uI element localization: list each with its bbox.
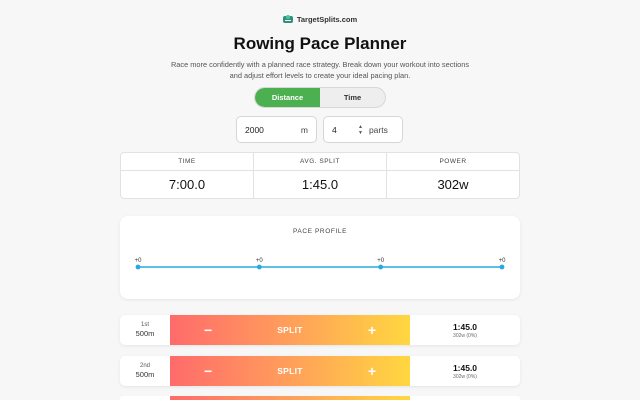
parts-value[interactable]: 4 [332, 125, 358, 135]
segment-row: 1st 500m − SPLIT + 1:45.0 302w (0%) [120, 315, 520, 345]
segment-split-bar [170, 396, 410, 400]
stat-value: 7:00.0 [168, 177, 206, 192]
page-subtitle: Race more confidently with a planned rac… [170, 60, 470, 80]
parts-field[interactable]: 4 ▲ ▼ parts [323, 116, 403, 143]
stat-avg-split: AVG. SPLIT 1:45.0 [253, 153, 386, 198]
segment-ordinal: 2nd [139, 363, 150, 369]
pace-profile-point-label: +0 [499, 258, 507, 264]
decrease-split-button[interactable]: − [204, 363, 212, 379]
site-logo[interactable]: TargetSplits.com [0, 14, 640, 24]
pace-profile-point [499, 264, 505, 270]
segment-info [120, 396, 170, 400]
segment-split: 1:45.0 [452, 362, 478, 373]
stat-label: AVG. SPLIT [254, 153, 386, 171]
segment-distance: 500m [135, 329, 155, 338]
distance-mode-button[interactable]: Distance [255, 88, 320, 107]
rower-logo-icon [282, 15, 293, 23]
pace-profile-card: PACE PROFILE +0 +0 +0 +0 [120, 216, 520, 299]
stat-power: POWER 302w [386, 153, 519, 198]
pace-profile-point [378, 264, 384, 270]
stat-time: TIME 7:00.0 [121, 153, 253, 198]
segment-power: 302w (0%) [453, 332, 477, 339]
segment-info: 1st 500m [120, 315, 170, 345]
pace-profile-point-label: +0 [135, 258, 143, 264]
segment-result: 1:45.0 302w (0%) [410, 356, 520, 386]
segment-distance: 500m [135, 370, 155, 379]
increase-split-button[interactable]: + [368, 322, 376, 338]
segment-split: 1:45.0 [452, 321, 478, 332]
distance-unit: m [300, 124, 308, 135]
segment-ordinal: 1st [140, 322, 149, 328]
pace-profile-chart: +0 +0 +0 +0 [135, 258, 507, 270]
time-mode-button[interactable]: Time [320, 88, 385, 107]
split-label: SPLIT [277, 366, 303, 376]
distance-value[interactable]: 2000 [245, 125, 264, 135]
stat-value: 302w [437, 177, 469, 192]
split-label: SPLIT [277, 325, 303, 335]
pace-profile-point-label: +0 [377, 258, 385, 264]
stepper-down-icon[interactable]: ▼ [358, 130, 363, 136]
pace-profile-point-label: +0 [256, 258, 264, 264]
decrease-split-button[interactable]: − [204, 322, 212, 338]
segment-result: 1:45.0 302w (0%) [410, 315, 520, 345]
parts-unit: parts [368, 124, 388, 135]
increase-split-button[interactable]: + [368, 363, 376, 379]
segment-info: 2nd 500m [120, 356, 170, 386]
page-title: Rowing Pace Planner [233, 34, 407, 53]
distance-field[interactable]: 2000 m [236, 116, 317, 143]
segment-split-bar: − SPLIT + [170, 315, 410, 345]
stat-label: TIME [121, 153, 253, 171]
segment-power: 302w (0%) [453, 373, 477, 380]
pace-profile-point [256, 264, 262, 270]
segment-row-partial [120, 396, 520, 400]
segment-result [410, 396, 520, 400]
mode-toggle: Distance Time [254, 87, 386, 108]
stat-value: 1:45.0 [301, 177, 339, 192]
segment-row: 2nd 500m − SPLIT + 1:45.0 302w (0%) [120, 356, 520, 386]
parts-stepper[interactable]: ▲ ▼ [358, 124, 363, 136]
pace-profile-point [135, 264, 141, 270]
segment-split-bar: − SPLIT + [170, 356, 410, 386]
stat-label: POWER [387, 153, 519, 171]
summary-stats: TIME 7:00.0 AVG. SPLIT 1:45.0 POWER 302w [120, 152, 520, 199]
brand-name: TargetSplits.com [296, 14, 358, 24]
